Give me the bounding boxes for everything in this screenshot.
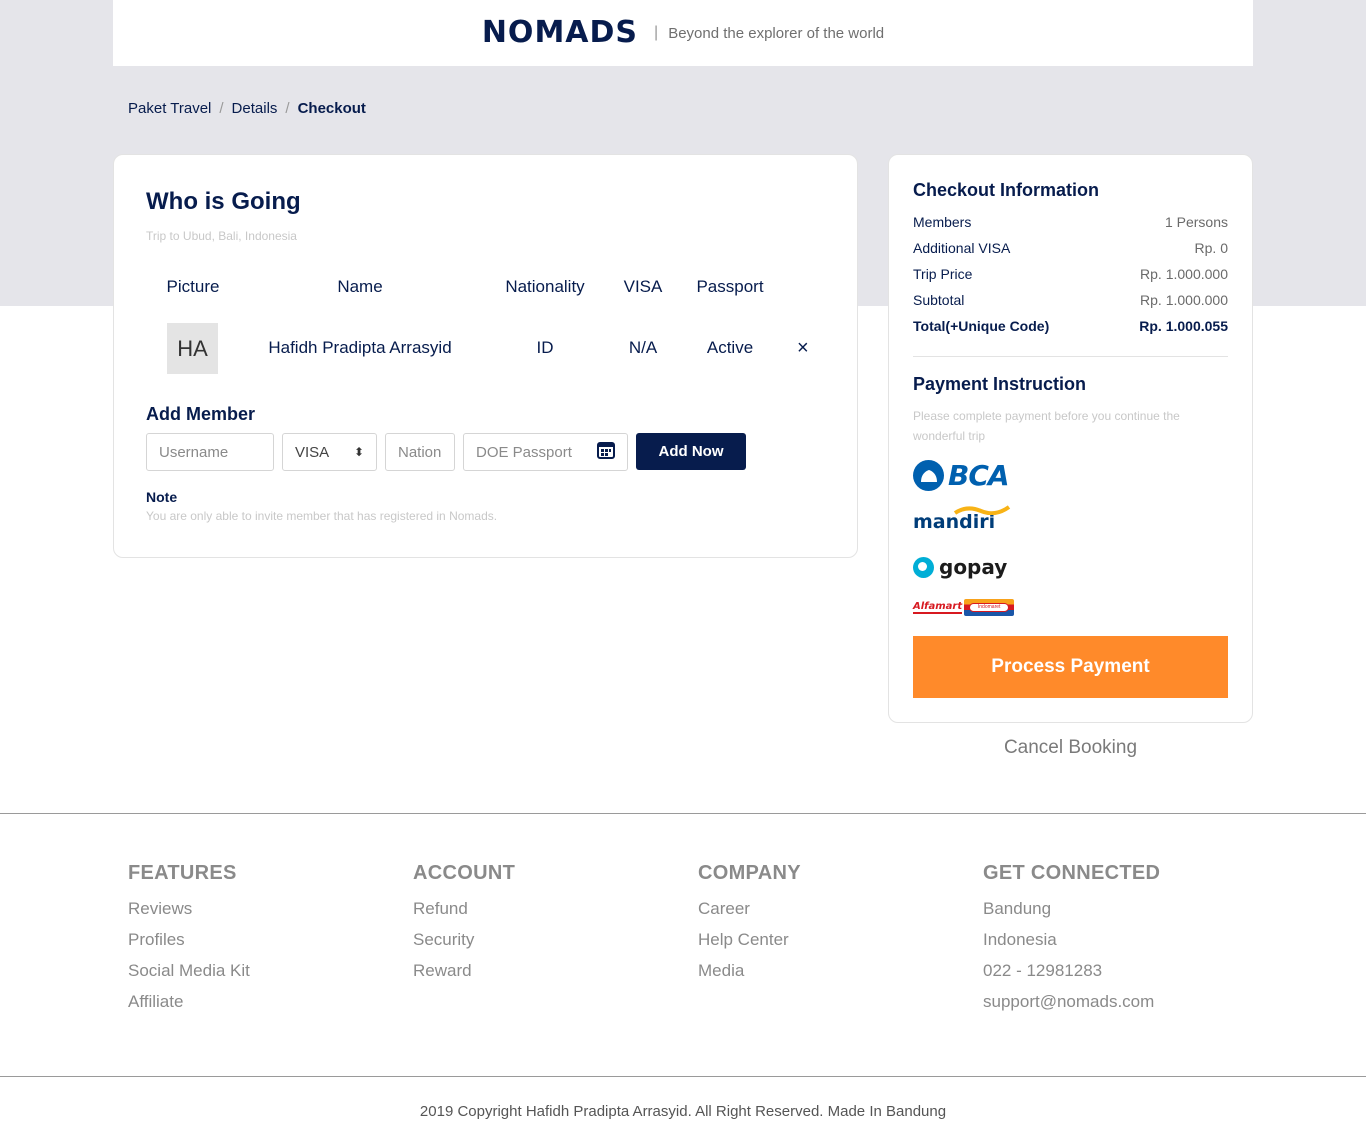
cancel-booking-link[interactable]: Cancel Booking [888, 737, 1253, 759]
note-text: You are only able to invite member that … [146, 509, 498, 523]
nomads-logo[interactable]: NOMADS [482, 18, 638, 48]
checkout-information-title: Checkout Information [913, 180, 1100, 200]
process-payment-button[interactable]: Process Payment [913, 636, 1228, 698]
trip-subtitle: Trip to Ubud, Bali, Indonesia [146, 229, 297, 243]
checkout-value: Rp. 1.000.000 [1140, 266, 1228, 282]
column-visa: VISA [623, 277, 663, 296]
footer-email-link[interactable]: support@nomads.com [983, 986, 1160, 1017]
mandiri-wave-icon [953, 505, 1011, 515]
member-visa: N/A [628, 338, 658, 357]
breadcrumb-separator: / [219, 100, 224, 117]
breadcrumb: Paket Travel / Details / Checkout [128, 100, 366, 117]
footer-heading: FEATURES [128, 862, 237, 884]
breadcrumb-paket-travel[interactable]: Paket Travel [128, 100, 211, 117]
alfamart-indomaret-logo: Alfamart Indomaret [913, 599, 1015, 616]
checkout-label: Members [913, 214, 972, 230]
indomaret-wordmark: Indomaret [969, 603, 1010, 612]
footer-link-profiles[interactable]: Profiles [128, 924, 250, 955]
remove-member-icon[interactable]: × [797, 337, 809, 360]
add-now-button[interactable]: Add Now [636, 433, 746, 470]
footer-column-company: COMPANY Career Help Center Media [698, 862, 801, 986]
bca-wordmark: BCA [948, 459, 1010, 492]
checkout-row-members: Members 1 Persons [913, 214, 1228, 230]
footer-phone-link[interactable]: 022 - 12981283 [983, 955, 1160, 986]
gopay-emblem-icon [913, 556, 934, 578]
column-picture: Picture [166, 277, 220, 296]
select-arrows-icon: ⬍ [353, 445, 364, 459]
header-separator: | [654, 24, 659, 41]
gopay-wordmark: gopay [939, 555, 1008, 579]
mandiri-logo: mandiri [913, 505, 1011, 533]
checkout-value: Rp. 1.000.000 [1140, 292, 1228, 308]
top-header: NOMADS | Beyond the explorer of the worl… [113, 0, 1253, 66]
footer-link-reviews[interactable]: Reviews [128, 893, 250, 924]
column-passport: Passport [696, 277, 764, 296]
footer-link-career[interactable]: Career [698, 893, 801, 924]
footer-column-features: FEATURES Reviews Profiles Social Media K… [128, 862, 250, 1017]
member-nationality: ID [536, 338, 554, 357]
footer-bottom-divider [0, 1076, 1366, 1077]
footer-link-social-media-kit[interactable]: Social Media Kit [128, 955, 250, 986]
column-name: Name [337, 277, 383, 296]
note-title: Note [146, 489, 178, 505]
breadcrumb-separator: / [285, 100, 290, 117]
footer-link-affiliate[interactable]: Affiliate [128, 986, 250, 1017]
footer-link-help-center[interactable]: Help Center [698, 924, 801, 955]
footer-heading: GET CONNECTED [983, 862, 1161, 884]
member-name: Hafidh Pradipta Arrasyid [268, 338, 452, 357]
who-is-going-card: Who is Going Trip to Ubud, Bali, Indones… [113, 154, 858, 558]
doe-passport-input[interactable]: DOE Passport [463, 433, 628, 471]
checkout-row-trip-price: Trip Price Rp. 1.000.000 [913, 266, 1228, 282]
footer-column-account: ACCOUNT Refund Security Reward [413, 862, 515, 986]
column-nationality: Nationality [505, 277, 585, 296]
visa-select-value: VISA [295, 443, 330, 461]
footer-column-get-connected: GET CONNECTED Bandung Indonesia 022 - 12… [983, 862, 1160, 1017]
checkout-label: Additional VISA [913, 240, 1011, 256]
copyright-text: 2019 Copyright Hafidh Pradipta Arrasyid.… [419, 1103, 947, 1120]
checkout-value: 1 Persons [1164, 214, 1228, 230]
table-row: HA Hafidh Pradipta Arrasyid ID N/A Activ… [114, 323, 859, 375]
checkout-value: Rp. 0 [1194, 240, 1228, 256]
footer-country: Indonesia [983, 930, 1057, 949]
divider [913, 356, 1228, 357]
header-tagline: Beyond the explorer of the world [668, 24, 885, 42]
avatar: HA [167, 323, 218, 374]
checkout-label: Trip Price [913, 266, 973, 282]
member-passport: Active [706, 338, 754, 357]
footer-link-media[interactable]: Media [698, 955, 801, 986]
payment-instruction-text: Please complete payment before you conti… [913, 409, 1180, 443]
breadcrumb-details[interactable]: Details [232, 100, 278, 117]
doe-passport-placeholder: DOE Passport [476, 443, 572, 461]
footer-link-refund[interactable]: Refund [413, 893, 515, 924]
checkout-label: Total(+Unique Code) [913, 318, 1050, 334]
nation-placeholder: Nation [398, 443, 442, 461]
footer-heading: COMPANY [698, 862, 801, 884]
footer-heading: ACCOUNT [413, 862, 516, 884]
bca-logo: BCA [913, 459, 1010, 492]
alfamart-wordmark: Alfamart [913, 601, 963, 614]
members-table-header: Picture Name Nationality VISA Passport [114, 277, 859, 299]
checkout-row-additional-visa: Additional VISA Rp. 0 [913, 240, 1228, 256]
footer-city: Bandung [983, 899, 1052, 918]
add-member-title: Add Member [146, 404, 256, 424]
username-placeholder: Username [159, 443, 229, 461]
checkout-row-subtotal: Subtotal Rp. 1.000.000 [913, 292, 1228, 308]
indomaret-logo: Indomaret [964, 599, 1015, 616]
bca-emblem-icon [913, 460, 944, 491]
footer-link-reward[interactable]: Reward [413, 955, 515, 986]
username-input[interactable]: Username [146, 433, 274, 471]
checkout-row-total: Total(+Unique Code) Rp. 1.000.055 [913, 318, 1228, 334]
payment-instruction-title: Payment Instruction [913, 374, 1087, 394]
checkout-value: Rp. 1.000.055 [1139, 318, 1228, 334]
calendar-icon[interactable] [597, 441, 615, 463]
checkout-label: Subtotal [913, 292, 965, 308]
nation-input[interactable]: Nation [385, 433, 455, 471]
footer-link-security[interactable]: Security [413, 924, 515, 955]
gopay-logo: gopay [913, 555, 1007, 579]
visa-select[interactable]: VISA ⬍ [282, 433, 377, 471]
breadcrumb-checkout: Checkout [297, 100, 366, 117]
footer-top-divider [0, 813, 1366, 814]
who-is-going-title: Who is Going [146, 188, 301, 215]
checkout-card: Checkout Information Members 1 Persons A… [888, 154, 1253, 723]
